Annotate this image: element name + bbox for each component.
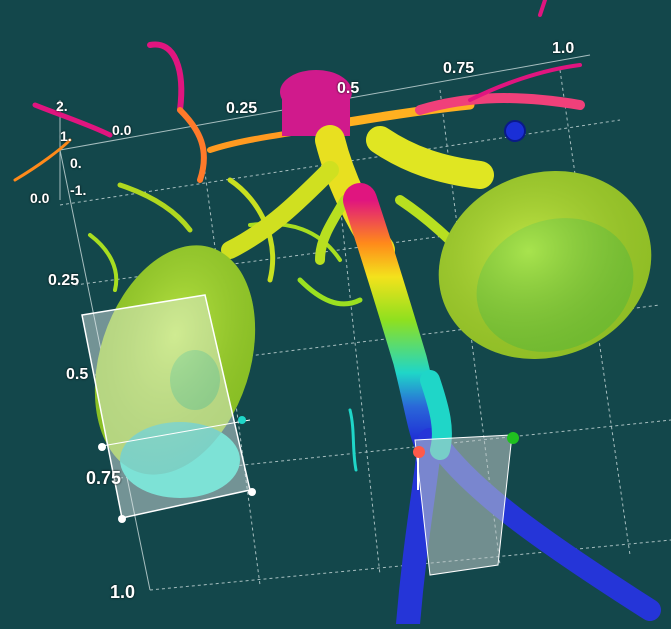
box-widget-right[interactable]: [414, 434, 513, 576]
top-tick-4: 1.0: [552, 40, 575, 57]
top-tick-0: 0.0: [112, 122, 132, 138]
z-tick-1: 1.: [60, 128, 72, 144]
render-canvas[interactable]: [0, 0, 671, 629]
red-handle[interactable]: [413, 446, 425, 458]
z-tick-2: 0.: [70, 155, 82, 171]
blue-handle[interactable]: [504, 120, 526, 142]
left-tick-1: 0.25: [48, 272, 80, 289]
left-tick-4: 1.0: [110, 582, 136, 602]
z-tick-0: 2.: [56, 98, 68, 114]
top-tick-3: 0.75: [443, 60, 475, 77]
left-tick-0: 0.0: [30, 190, 50, 206]
left-tick-2: 0.5: [66, 366, 89, 383]
left-tick-3: 0.75: [86, 468, 122, 488]
z-tick-3: -1.: [70, 182, 87, 198]
green-handle[interactable]: [507, 432, 519, 444]
top-tick-2: 0.5: [337, 80, 360, 97]
3d-viewport[interactable]: 0.0 0.25 0.5 0.75 1.0 0.0 0.25 0.5 0.75 …: [0, 0, 671, 629]
top-tick-1: 0.25: [226, 100, 258, 117]
